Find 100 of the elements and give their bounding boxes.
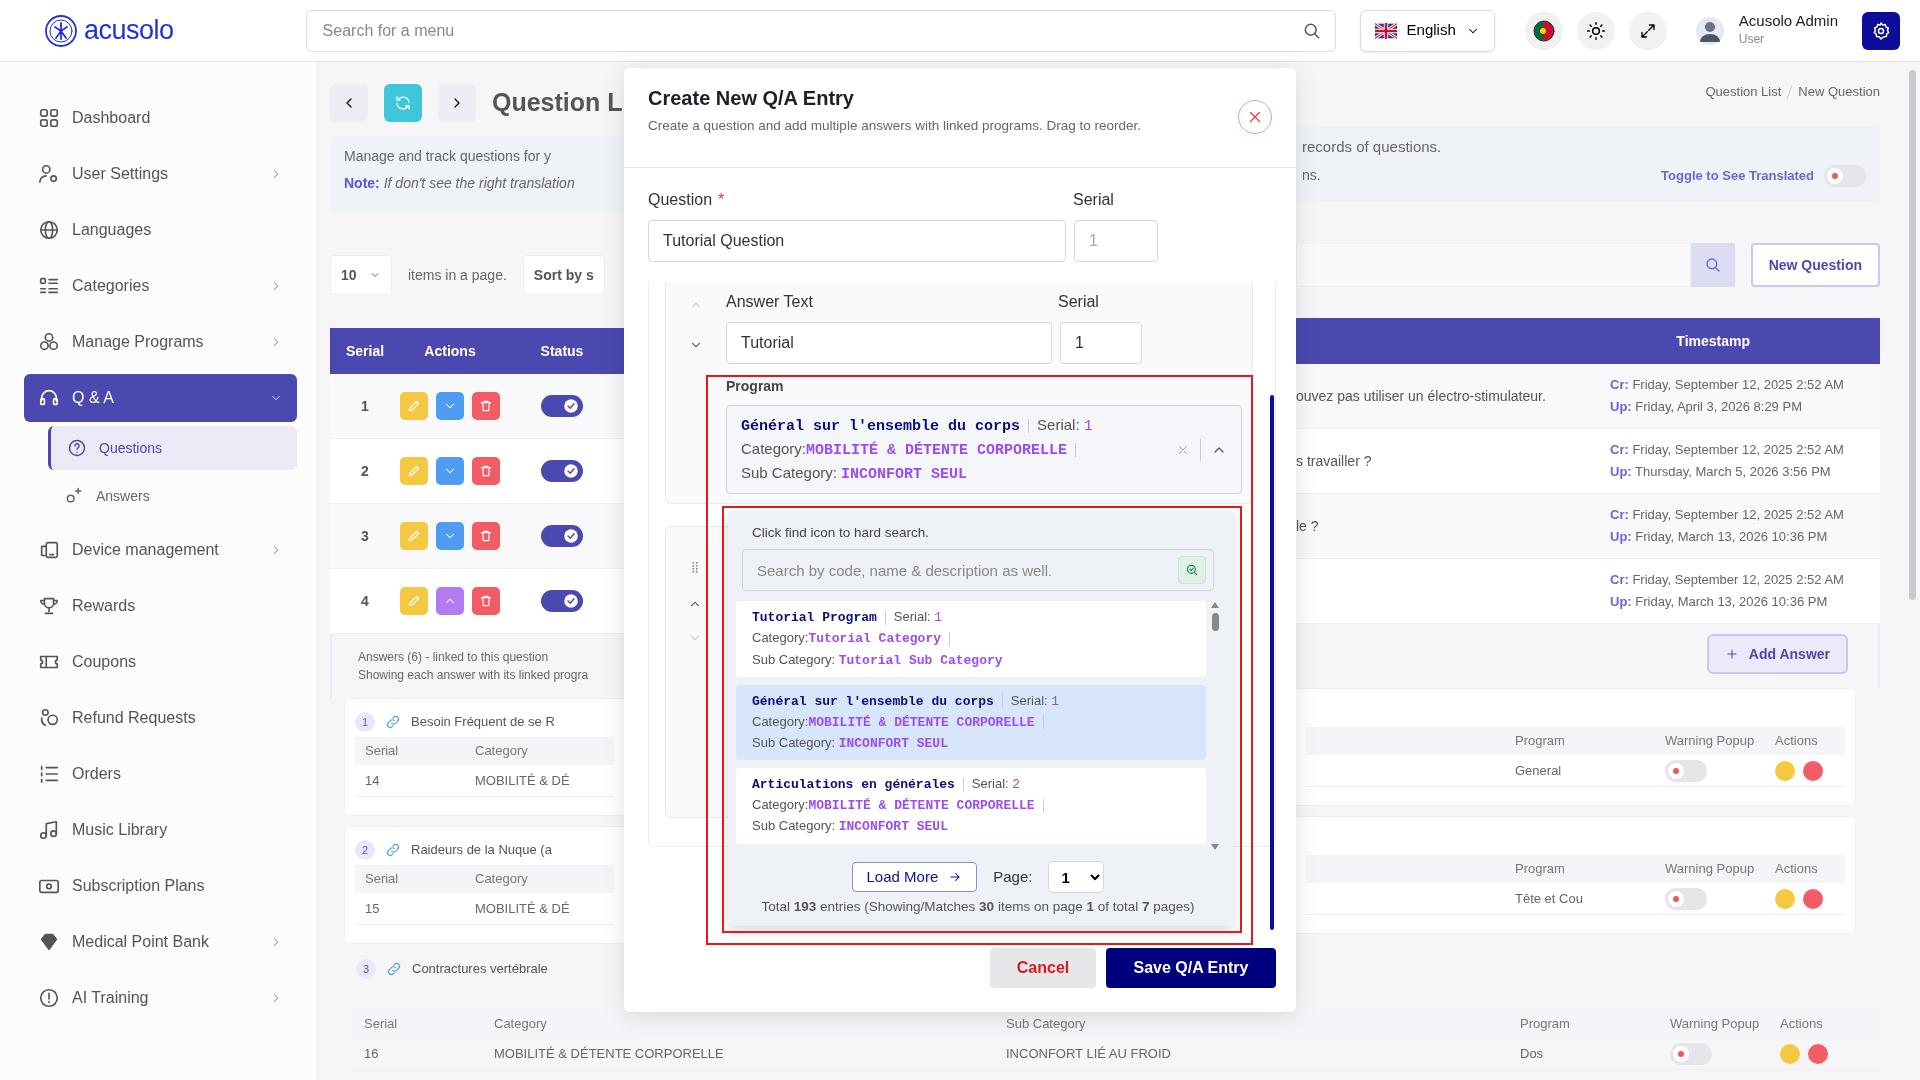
- column-header: Actions: [1775, 732, 1819, 751]
- toggle-switch[interactable]: [541, 525, 583, 547]
- serial-field[interactable]: 1: [1060, 322, 1142, 364]
- scrollbar-thumb[interactable]: [1211, 613, 1219, 632]
- search-field[interactable]: Search by code, name & description as well.: [742, 549, 1214, 592]
- program-select[interactable]: Général sur l'ensemble du corps Serial: 1 Category:MOBILITÉ & DÉTENTE CORPORELLE Sub Category: INCONFORT SEUL: [726, 405, 1242, 495]
- toggle-switch[interactable]: [1670, 1042, 1712, 1065]
- sidebar-item[interactable]: Orders: [24, 746, 297, 802]
- expand-button[interactable]: [436, 522, 464, 550]
- column-header: Actions: [1779, 1015, 1824, 1034]
- globe-icon: [38, 219, 60, 241]
- check-icon: [562, 592, 580, 610]
- search-button[interactable]: [1690, 243, 1735, 287]
- delete-button[interactable]: [1803, 760, 1823, 781]
- cycle-icon: [38, 707, 60, 729]
- avatar: [1694, 15, 1725, 46]
- trash-icon: [478, 528, 494, 544]
- settings-button[interactable]: [1862, 11, 1900, 50]
- sidebar-item[interactable]: AI Training: [24, 970, 297, 1026]
- program-option[interactable]: Général sur l'ensemble du corps Serial: 1 Category:MOBILITÉ & DÉTENTE CORPORELLE Sub Category: INCONFORT SEUL: [736, 684, 1206, 761]
- logo-icon: [44, 13, 78, 48]
- edit-button[interactable]: [400, 522, 428, 550]
- expand-button[interactable]: [436, 587, 464, 615]
- field-label: Program: [726, 377, 785, 396]
- table-cell-text: MOBILITÉ & DÉ: [474, 771, 571, 790]
- page-title: Question L: [492, 87, 623, 119]
- pencil-icon: [406, 528, 422, 544]
- page-select[interactable]: 1: [1048, 861, 1105, 894]
- table-cell-text: 2: [360, 461, 370, 481]
- flag-button[interactable]: [1524, 11, 1563, 50]
- help-icon: [67, 438, 87, 458]
- expand-button[interactable]: [436, 457, 464, 485]
- answer-field[interactable]: Tutorial: [726, 322, 1052, 364]
- close-button[interactable]: [1238, 100, 1272, 134]
- dialog-subtitle: Create a question and add multiple answers with linked programs. Drag to reorder.: [648, 117, 1141, 135]
- sidebar-item[interactable]: Refund Requests: [24, 690, 297, 746]
- toggle-switch[interactable]: [541, 460, 583, 482]
- edit-button[interactable]: [400, 392, 428, 420]
- add-answer-button[interactable]: Add Answer: [1706, 634, 1848, 674]
- created-time: Cr: Friday, September 12, 2025 2:52 AM: [1610, 375, 1845, 394]
- sidebar-item[interactable]: User Settings: [24, 146, 297, 202]
- sidebar-item[interactable]: Rewards: [24, 578, 297, 634]
- question-field[interactable]: Tutorial Question: [648, 220, 1066, 262]
- delete-button[interactable]: [472, 457, 500, 485]
- sidebar-item[interactable]: Categories: [24, 258, 297, 314]
- edit-button[interactable]: [1775, 760, 1795, 781]
- sidebar-item[interactable]: Manage Programs: [24, 314, 297, 370]
- expand-button[interactable]: [436, 392, 464, 420]
- column-header: Category: [474, 742, 529, 761]
- load-more-button[interactable]: Load More: [851, 862, 978, 893]
- note-text: Note: If don't see the right translation: [344, 174, 576, 193]
- theme-button[interactable]: [1576, 11, 1615, 50]
- toggle-switch[interactable]: [1665, 759, 1707, 782]
- answers-title: Answers (6) - linked to this question: [358, 649, 550, 666]
- toggle-switch[interactable]: [541, 395, 583, 417]
- fullscreen-button[interactable]: [1628, 11, 1667, 50]
- edit-button[interactable]: [1775, 888, 1795, 909]
- delete-button[interactable]: [472, 587, 500, 615]
- breadcrumb-link[interactable]: Question List: [1705, 82, 1782, 128]
- refresh-button[interactable]: [384, 84, 422, 122]
- language-button[interactable]: English: [1359, 9, 1495, 52]
- scrollbar[interactable]: [1909, 70, 1916, 600]
- sidebar-item[interactable]: Music Library: [24, 802, 297, 858]
- sidebar-subitem[interactable]: Answers: [48, 474, 297, 518]
- edit-button[interactable]: [400, 457, 428, 485]
- toggle-switch[interactable]: [1665, 887, 1707, 910]
- save-button[interactable]: Save Q/A Entry: [1106, 948, 1276, 988]
- sidebar-item[interactable]: Q & A: [24, 374, 297, 422]
- toggle-switch[interactable]: [1824, 164, 1866, 187]
- sidebar-item[interactable]: Subscription Plans: [24, 858, 297, 914]
- scroll-up-icon: [1210, 601, 1220, 610]
- column-header: Sub Category: [1005, 1015, 1087, 1034]
- sidebar-item[interactable]: Coupons: [24, 634, 297, 690]
- sidebar-subitem[interactable]: Questions: [48, 426, 297, 470]
- find-button[interactable]: [1178, 556, 1206, 585]
- new-question-button[interactable]: New Question: [1750, 243, 1880, 287]
- sidebar-item[interactable]: Dashboard: [24, 90, 297, 146]
- delete-button[interactable]: [1803, 888, 1823, 909]
- delete-button[interactable]: [472, 392, 500, 420]
- delete-button[interactable]: [472, 522, 500, 550]
- column-header: Warning Popup: [1665, 860, 1756, 879]
- sort-select[interactable]: Sort by s: [522, 255, 605, 295]
- page-size-select[interactable]: 10: [330, 255, 392, 295]
- scrollbar[interactable]: [1270, 395, 1274, 930]
- delete-button[interactable]: [1808, 1043, 1828, 1064]
- table-cell-text: 3: [360, 526, 370, 546]
- created-time: Cr: Friday, September 12, 2025 2:52 AM: [1610, 505, 1845, 524]
- sidebar-item[interactable]: Device management: [24, 522, 297, 578]
- toggle-switch[interactable]: [541, 590, 583, 612]
- program-option[interactable]: Tutorial Program Serial: 1 Category:Tutorial Category Sub Category: Tutorial Sub Category: [736, 601, 1206, 677]
- program-option[interactable]: Articulations en générales Serial: 2 Category:MOBILITÉ & DÉTENTE CORPORELLE Sub Category: INCONFORT SEUL: [736, 768, 1206, 844]
- field-label: Answer Text: [726, 292, 814, 312]
- edit-button[interactable]: [400, 587, 428, 615]
- cancel-button[interactable]: Cancel: [990, 948, 1096, 988]
- table-cell-text: 14: [364, 771, 381, 790]
- serial-field[interactable]: 1: [1074, 220, 1158, 262]
- search-field[interactable]: Search for a menu: [305, 9, 1336, 52]
- sidebar-item[interactable]: Languages: [24, 202, 297, 258]
- sidebar-item[interactable]: Medical Point Bank: [24, 914, 297, 970]
- user-icon: [38, 163, 60, 185]
